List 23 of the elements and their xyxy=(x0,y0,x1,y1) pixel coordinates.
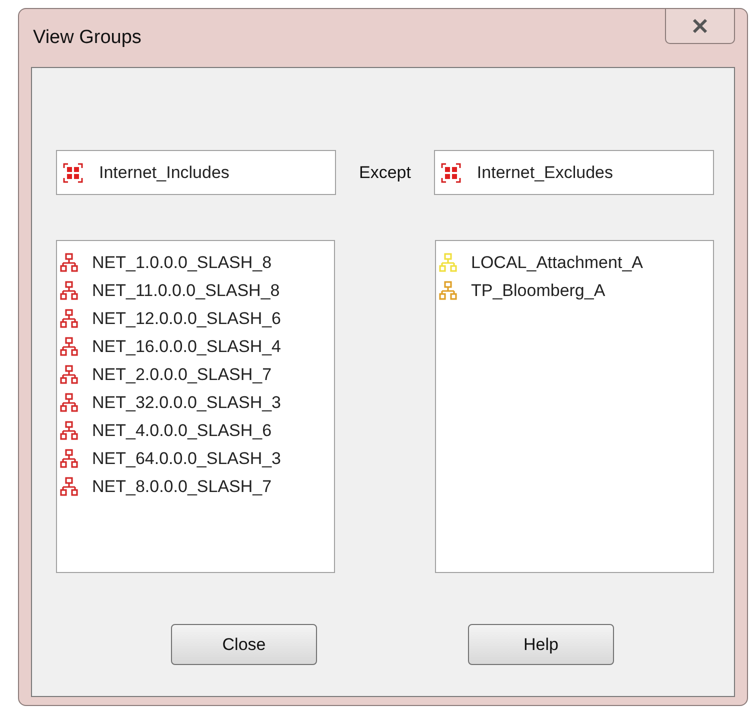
list-item[interactable]: NET_2.0.0.0_SLASH_7 xyxy=(92,362,272,388)
except-label: Except xyxy=(358,162,412,184)
group-list[interactable]: LOCAL_Attachment_A TP_Bloomberg_A xyxy=(435,240,714,573)
list-item[interactable]: TP_Bloomberg_A xyxy=(471,278,606,304)
list-item[interactable]: NET_11.0.0.0_SLASH_8 xyxy=(92,278,280,304)
group-field[interactable]: Internet_Excludes xyxy=(434,150,714,195)
group-icon xyxy=(440,162,461,182)
dialog-button[interactable]: Close xyxy=(171,624,317,665)
list-item[interactable]: NET_4.0.0.0_SLASH_6 xyxy=(92,418,272,444)
group-list[interactable]: NET_1.0.0.0_SLASH_8 NET_11.0.0.0_SLASH_8 NET_12.0.0.0_SLASH_6 NET_16.0.0.0_SLASH_4 NET_2.0.0.0_SLASH_7 NET_32.0.0.0_SLASH_3 NET_4.0.0.0_SLASH_6 NET_64.0.0.0_SLASH_3 NET_8.0.0.0_SLASH_7 xyxy=(56,240,335,573)
group-field[interactable]: Internet_Includes xyxy=(56,150,336,195)
dialog-button[interactable]: Help xyxy=(468,624,614,665)
list-item[interactable]: LOCAL_Attachment_A xyxy=(471,250,643,276)
list-item[interactable]: NET_12.0.0.0_SLASH_6 xyxy=(92,306,282,332)
list-item[interactable]: NET_32.0.0.0_SLASH_3 xyxy=(92,390,282,416)
group-icon xyxy=(63,162,83,182)
list-item[interactable]: NET_1.0.0.0_SLASH_8 xyxy=(92,250,272,276)
list-item[interactable]: NET_16.0.0.0_SLASH_4 xyxy=(92,334,282,360)
list-item[interactable]: NET_64.0.0.0_SLASH_3 xyxy=(92,446,282,472)
close-icon xyxy=(691,18,709,34)
list-item[interactable]: NET_8.0.0.0_SLASH_7 xyxy=(92,474,272,500)
close-button[interactable] xyxy=(665,9,735,44)
window-title: View Groups xyxy=(32,26,142,50)
